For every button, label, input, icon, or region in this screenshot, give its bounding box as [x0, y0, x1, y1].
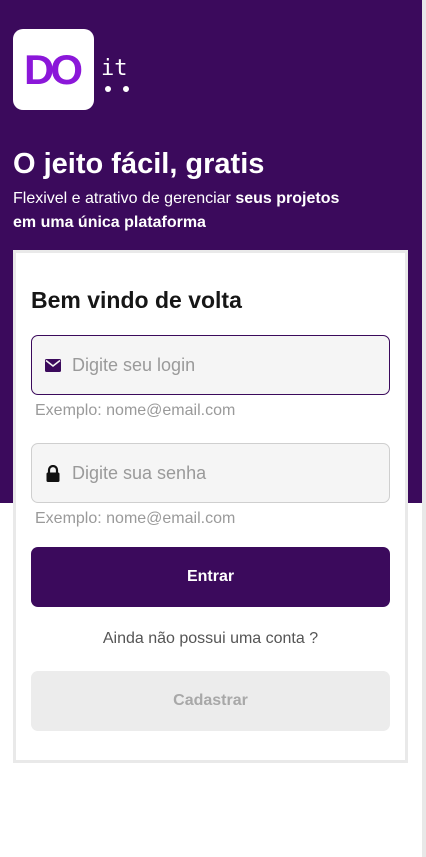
subtitle-regular: Flexivel e atrativo de gerenciar: [13, 190, 236, 207]
logo: DO: [13, 29, 94, 110]
logo-suffix: it: [101, 56, 128, 81]
password-field[interactable]: [31, 443, 390, 503]
scrollbar-track[interactable]: [422, 0, 426, 857]
logo-dots: [104, 86, 130, 94]
envelope-icon: [44, 356, 62, 374]
signup-button[interactable]: Cadastrar: [31, 671, 390, 731]
login-hint: Exemplo: nome@email.com: [35, 402, 236, 419]
page-subtitle: Flexivel e atrativo de gerenciar seus pr…: [13, 187, 353, 235]
page-headline: O jeito fácil, gratis: [13, 148, 265, 180]
login-button[interactable]: Entrar: [31, 547, 390, 607]
password-input[interactable]: [72, 462, 372, 484]
login-card: Bem vindo de volta Exemplo: nome@email.c…: [13, 250, 408, 763]
login-field[interactable]: [31, 335, 390, 395]
signup-prompt: Ainda não possui uma conta ?: [102, 630, 319, 647]
lock-icon: [44, 464, 62, 482]
login-input[interactable]: [72, 354, 372, 376]
card-title: Bem vindo de volta: [31, 287, 242, 313]
logo-text: DO: [24, 45, 83, 93]
password-hint: Exemplo: nome@email.com: [35, 510, 236, 527]
